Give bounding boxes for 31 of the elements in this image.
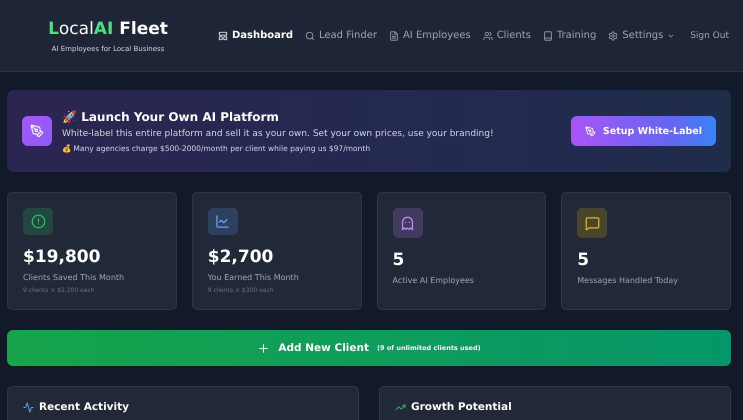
stat-value: $2,700 <box>208 247 274 267</box>
users-icon <box>482 30 493 40</box>
app-logo: LocalAI Fleet <box>48 18 168 38</box>
nav-link[interactable]: Clients <box>482 30 531 41</box>
settings-icon <box>608 30 618 40</box>
plus-icon <box>257 342 270 354</box>
layout-icon <box>218 30 228 40</box>
sign-out-link[interactable]: Sign Out <box>690 30 729 40</box>
stat-value: $19,800 <box>23 247 102 267</box>
banner-title: 🚀 Launch Your Own AI Platform <box>62 110 280 124</box>
activity-icon <box>23 402 34 412</box>
stat-label: Clients Saved This Month <box>23 273 126 282</box>
nav-link[interactable]: Lead Finder <box>305 30 377 41</box>
stat-label: Active AI Employees <box>392 276 475 285</box>
panel-title: Recent Activity <box>39 401 129 413</box>
nav-link[interactable]: Settings <box>608 30 676 41</box>
nav-link[interactable]: Training <box>542 30 596 41</box>
stat-value: 5 <box>392 250 406 270</box>
stat-value: 5 <box>577 250 590 270</box>
stat-label: You Earned This Month <box>208 273 300 282</box>
banner-text: White-label this entire platform and sell it as your own. Set your own prices, use your branding! <box>62 128 495 138</box>
search-icon <box>305 30 315 40</box>
book-icon <box>542 30 553 40</box>
pen-tool-icon <box>22 116 52 146</box>
stat-label: Messages Handled Today <box>577 276 679 285</box>
setup-button[interactable]: Setup White-Label <box>570 116 716 146</box>
nav-link[interactable]: Dashboard <box>218 30 293 41</box>
pen-tool-icon <box>584 126 596 136</box>
document-icon <box>388 30 399 40</box>
panel-title: Growth Potential <box>411 401 512 413</box>
nav-link[interactable]: AI Employees <box>388 30 471 41</box>
